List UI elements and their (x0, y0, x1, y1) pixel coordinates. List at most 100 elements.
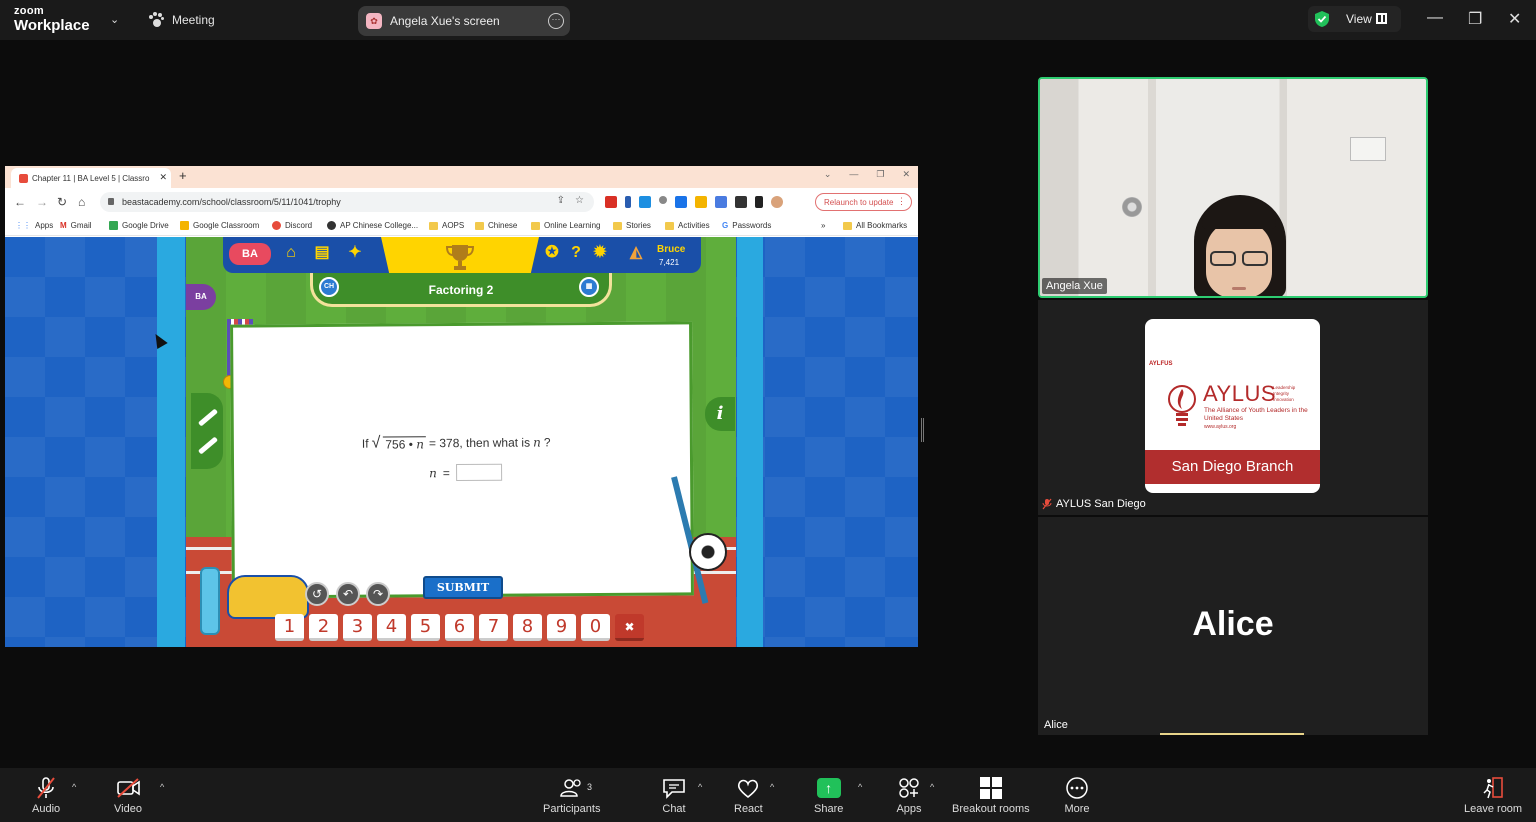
more-button[interactable]: More (1063, 776, 1091, 815)
redo-icon[interactable]: ↷ (366, 582, 390, 606)
chat-button[interactable]: Chat (660, 776, 688, 815)
sidebar-icon[interactable] (755, 196, 763, 208)
pencil-icon[interactable] (197, 408, 219, 427)
address-bar[interactable]: beastacademy.com/school/classroom/5/11/1… (100, 192, 594, 212)
bookmark-ap-chinese[interactable]: AP Chinese College... (327, 221, 418, 230)
movie-icon[interactable]: ✦ (345, 243, 365, 263)
ba-badge[interactable]: BA (186, 284, 216, 310)
share-button[interactable]: ↑ Share (814, 776, 843, 815)
reset-icon[interactable]: ↺ (305, 582, 329, 606)
browser-tab[interactable]: Chapter 11 | BA Level 5 | Classro ✕ (11, 168, 171, 188)
bookmark-star-icon[interactable]: ☆ (575, 195, 584, 206)
forward-icon[interactable]: → (36, 195, 48, 209)
bookmarks-overflow-icon[interactable]: » (821, 221, 825, 230)
tab-close-icon[interactable]: ✕ (159, 172, 167, 183)
new-tab-icon[interactable]: + (179, 168, 187, 183)
moon-extension-icon[interactable] (625, 196, 631, 208)
key-5[interactable]: 5 (411, 614, 440, 641)
dot-extension-icon[interactable] (659, 196, 667, 204)
guide-book-icon[interactable]: ▦ (579, 277, 599, 297)
bookmark-discord[interactable]: Discord (272, 221, 312, 230)
key-2[interactable]: 2 (309, 614, 338, 641)
key-7[interactable]: 7 (479, 614, 508, 641)
key-6[interactable]: 6 (445, 614, 474, 641)
bookmark-passwords[interactable]: G Passwords (722, 221, 771, 230)
leave-room-button[interactable]: Leave room (1464, 776, 1522, 815)
key-9[interactable]: 9 (547, 614, 576, 641)
meeting-menu-button[interactable]: Meeting (148, 12, 215, 28)
key-8[interactable]: 8 (513, 614, 542, 641)
apps-button[interactable]: Apps (895, 776, 923, 815)
backspace-key[interactable]: ✖ (615, 614, 644, 641)
key-4[interactable]: 4 (377, 614, 406, 641)
book-icon[interactable]: ▤ (312, 243, 332, 263)
video-tile-aylus[interactable]: AYLFUS AYLUS Leadership Integrity Innova… (1038, 300, 1428, 515)
minimize-icon[interactable]: — (1427, 9, 1443, 27)
submit-button[interactable]: SUBMIT (423, 576, 503, 599)
bookmark-gmail[interactable]: M Gmail (60, 221, 92, 230)
bookmark-stories[interactable]: Stories (613, 221, 651, 230)
video-tile-alice[interactable]: Alice Alice (1038, 517, 1428, 735)
back-icon[interactable]: ← (14, 195, 26, 209)
paper-plane-extension-icon[interactable] (639, 196, 651, 208)
answer-input[interactable] (455, 463, 502, 482)
key-3[interactable]: 3 (343, 614, 372, 641)
screen-share-indicator[interactable]: ✿ Angela Xue's screen ··· (358, 6, 570, 36)
relaunch-button[interactable]: Relaunch to update ⋮ (815, 193, 912, 211)
browser-minimize-icon[interactable]: — (849, 169, 858, 180)
kebab-menu-icon[interactable]: ⋮ (897, 196, 906, 207)
beast-academy-logo[interactable]: BA (229, 243, 271, 265)
react-button[interactable]: React (734, 776, 763, 815)
restore-icon[interactable]: ❐ (1468, 9, 1482, 29)
eraser-icon[interactable] (197, 436, 219, 455)
share-page-icon[interactable]: ⇪ (557, 195, 565, 206)
zoom-workplace-logo[interactable]: zoom Workplace (14, 6, 90, 34)
bookmark-google-drive[interactable]: Google Drive (109, 221, 169, 230)
audio-button[interactable]: Audio (32, 776, 60, 815)
resize-handle[interactable] (921, 418, 924, 442)
info-button[interactable]: i (705, 397, 735, 431)
bookmark-all-bookmarks[interactable]: All Bookmarks (843, 221, 907, 230)
help-icon[interactable]: ? (566, 243, 586, 263)
bookmark-online-learning[interactable]: Online Learning (531, 221, 600, 230)
bookmark-chinese[interactable]: Chinese (475, 221, 517, 230)
award-icon[interactable]: ✪ (542, 243, 562, 263)
bookmark-apps[interactable]: ⋮⋮ Apps (15, 221, 53, 230)
user-name[interactable]: Bruce (657, 244, 685, 255)
chapter-button[interactable]: CH (319, 277, 339, 297)
audio-options-caret-icon[interactable]: ^ (72, 782, 76, 792)
view-button[interactable]: View (1308, 6, 1401, 32)
highlighter-extension-icon[interactable] (695, 196, 707, 208)
settings-gear-icon[interactable]: ✹ (590, 243, 610, 263)
breakout-rooms-button[interactable]: Breakout rooms (952, 776, 1030, 815)
bookmark-google-classroom[interactable]: Google Classroom (180, 221, 259, 230)
video-options-caret-icon[interactable]: ^ (160, 782, 164, 792)
reload-icon[interactable]: ↻ (57, 195, 67, 209)
trophy-icon[interactable] (445, 243, 475, 271)
react-options-caret-icon[interactable]: ^ (770, 782, 774, 792)
chat-options-caret-icon[interactable]: ^ (698, 782, 702, 792)
bookmark-activities[interactable]: Activities (665, 221, 710, 230)
key-1[interactable]: 1 (275, 614, 304, 641)
translate-extension-icon[interactable] (715, 196, 727, 208)
video-button[interactable]: Video (114, 776, 142, 815)
puzzle-icon[interactable] (735, 196, 747, 208)
home-icon[interactable]: ⌂ (281, 243, 301, 263)
user-avatar-icon[interactable]: ◭ (626, 243, 646, 263)
profile-avatar-icon[interactable] (771, 196, 783, 208)
tab-search-icon[interactable]: ⌄ (824, 169, 832, 180)
apps-options-caret-icon[interactable]: ^ (930, 782, 934, 792)
close-icon[interactable]: ✕ (1508, 9, 1521, 29)
undo-icon[interactable]: ↶ (336, 582, 360, 606)
share-options-caret-icon[interactable]: ^ (858, 782, 862, 792)
video-tile-angela[interactable]: Angela Xue (1038, 77, 1428, 298)
more-options-icon[interactable]: ··· (548, 13, 564, 29)
gmail-extension-icon[interactable] (605, 196, 617, 208)
bookmark-aops[interactable]: AOPS (429, 221, 464, 230)
chevron-down-icon[interactable]: ⌄ (110, 13, 119, 26)
robot-extension-icon[interactable] (675, 196, 687, 208)
home-icon[interactable]: ⌂ (78, 195, 85, 209)
browser-close-icon[interactable]: ✕ (902, 169, 910, 180)
browser-restore-icon[interactable]: ❐ (876, 169, 884, 180)
key-0[interactable]: 0 (581, 614, 610, 641)
